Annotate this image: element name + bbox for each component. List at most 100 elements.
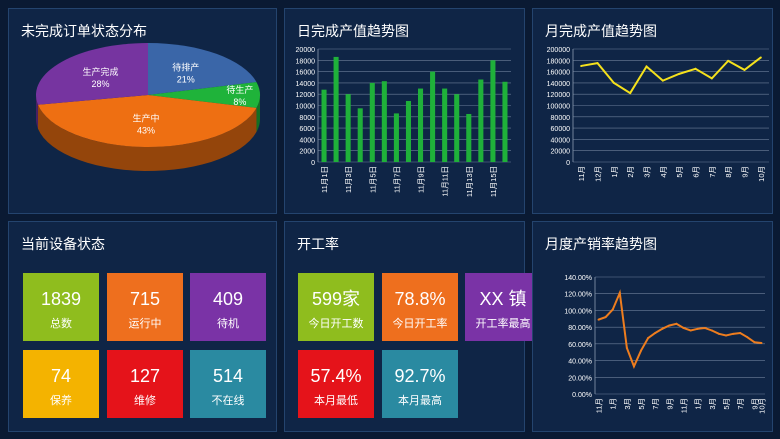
line-point <box>597 318 600 321</box>
tile-value: 514 <box>212 366 244 386</box>
line-point <box>654 331 657 334</box>
device-status-title: 当前设备状态 <box>21 236 105 252</box>
bar <box>321 89 327 162</box>
x-tick-label: 3月 <box>708 398 717 410</box>
x-tick-label: 11月3日 <box>344 166 353 193</box>
y-tick-label: 120.00% <box>564 292 592 299</box>
line-point <box>732 332 735 335</box>
tile-value: 409 <box>212 289 244 309</box>
tile-label: 运行中 <box>128 318 162 330</box>
line-point <box>604 316 607 319</box>
x-tick-label: 11月15日 <box>489 166 498 197</box>
line-point <box>696 327 699 330</box>
y-tick-label: 80000 <box>551 115 571 122</box>
pie-slice-value: 28% <box>92 79 110 89</box>
bar <box>381 81 387 162</box>
bar <box>454 94 460 162</box>
tile-label: 本月最低 <box>314 395 358 407</box>
y-tick-label: 80.00% <box>568 325 592 332</box>
line-point <box>753 341 756 344</box>
sales-rate-line-chart: 0.00% 20.00% 40.00% 60.00% 80.00% 100.00% 120.… <box>564 275 766 414</box>
x-tick-label: 5月 <box>722 398 731 410</box>
pie-slice-value: 8% <box>233 97 246 107</box>
y-tick-label: 100000 <box>547 104 570 111</box>
line-point <box>725 334 728 337</box>
y-tick-label: 20000 <box>296 47 316 54</box>
y-tick-label: 14000 <box>296 81 316 88</box>
line-point <box>710 77 713 80</box>
status-tile: 514 不在线 <box>190 350 266 418</box>
tile-value: 57.4% <box>310 366 362 386</box>
x-tick-label: 7月 <box>736 398 745 410</box>
order-status-panel: 未完成订单状态分布 待排产 21% 待生产 8% 生产中 43% 生产完成 28% <box>8 8 277 214</box>
bar <box>478 79 484 162</box>
x-tick-label: 1月 <box>610 166 619 178</box>
line-point <box>612 81 615 84</box>
bar <box>405 100 412 162</box>
y-tick-label: 18000 <box>296 58 316 65</box>
line-point <box>596 62 599 65</box>
x-tick-label: 11月5日 <box>368 166 377 193</box>
tile-label: 今日开工率 <box>392 318 448 330</box>
daily-output-panel: 日完成产值趋势图 0 2000 4000 6000 8000 10000 12000 1400… <box>284 8 525 214</box>
line-point <box>661 327 664 330</box>
x-tick-label: 11月1日 <box>320 166 329 193</box>
x-tick-label: 11月13日 <box>465 166 474 197</box>
line-point <box>746 336 749 339</box>
line-point <box>759 56 762 59</box>
x-tick-label: 7月 <box>708 166 717 178</box>
y-tick-label: 12000 <box>296 92 316 99</box>
y-tick-label: 60.00% <box>568 342 592 349</box>
bar <box>357 108 363 162</box>
bar <box>490 60 496 162</box>
device-status-panel: 当前设备状态 1839 总数 715 运行中 409 待机 74 保养 127 维修 514 不在线 <box>8 221 277 432</box>
tile-value: XX 镇 <box>479 289 527 309</box>
x-tick-label: 11月9日 <box>417 166 426 193</box>
y-tick-label: 2000 <box>299 149 315 156</box>
status-tile: 57.4% 本月最低 <box>298 350 374 418</box>
x-tick-label: 6月 <box>692 166 701 178</box>
status-tile: 599家今日开工数 <box>298 273 374 341</box>
tile-label: 保养 <box>50 395 72 407</box>
tile-label: 今日开工数 <box>308 318 364 330</box>
bar <box>333 56 339 162</box>
tile-label: 维修 <box>134 395 156 407</box>
x-tick-label: 1月 <box>609 398 618 410</box>
y-tick-label: 4000 <box>299 137 315 144</box>
tile-label: 不在线 <box>211 395 245 407</box>
status-tile: 92.7% 本月最高 <box>382 350 458 418</box>
tile-label: 待机 <box>217 318 239 330</box>
y-tick-label: 0.00% <box>572 392 592 399</box>
tile-label: 总数 <box>50 318 72 330</box>
bar <box>417 88 424 162</box>
x-tick-label: 11月 <box>595 398 604 413</box>
y-tick-label: 60000 <box>551 126 571 133</box>
tile-value: 599家 <box>311 289 361 309</box>
status-tile: 715 运行中 <box>107 273 183 341</box>
line-point <box>625 347 628 350</box>
x-tick-label: 1月 <box>694 398 703 410</box>
monthly-output-line-chart: 0 20000 40000 60000 80000 100000 120000 140000 1… <box>547 47 769 182</box>
line-point <box>668 324 671 327</box>
line-point <box>760 342 763 345</box>
y-tick-label: 120000 <box>547 92 570 99</box>
line-point <box>739 331 742 334</box>
pie-slice-label: 生产中 <box>133 113 160 124</box>
series-line <box>598 289 762 370</box>
utilization-panel: 开工率 599家 今日开工数 78.8% 今日开工率 XX 镇开工率最高 57.4% 本月最… <box>284 221 541 432</box>
line-point <box>675 322 678 325</box>
tile-value: 127 <box>129 366 161 386</box>
bar <box>502 81 508 162</box>
tile-value: 74 <box>50 366 72 386</box>
y-tick-label: 20000 <box>551 149 571 156</box>
line-point <box>580 64 583 67</box>
line-point <box>727 59 730 62</box>
y-tick-label: 140000 <box>547 81 570 88</box>
tile-value: 715 <box>129 289 161 309</box>
pie-slice-label: 待排产 <box>172 61 199 72</box>
y-tick-label: 40.00% <box>568 359 592 366</box>
line-point <box>661 79 664 82</box>
line-point <box>632 365 635 368</box>
y-tick-label: 8000 <box>299 115 315 122</box>
x-tick-label: 9月 <box>741 166 750 178</box>
